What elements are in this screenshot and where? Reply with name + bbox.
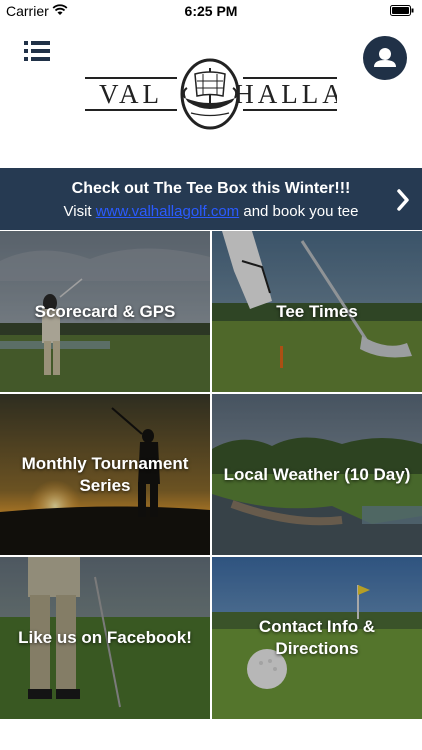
chevron-right-icon[interactable] (396, 188, 410, 212)
feature-grid: Scorecard & GPS Tee Times Monthly Tourna… (0, 231, 422, 719)
tile-label: Like us on Facebook! (18, 628, 192, 647)
banner-sub-prefix: Visit (63, 203, 92, 220)
status-bar: Carrier 6:25 PM (0, 0, 422, 22)
tile-label: Monthly Tournament Series (21, 453, 189, 495)
tile-facebook[interactable]: Like us on Facebook! (0, 557, 210, 719)
tile-label: Scorecard & GPS (34, 301, 176, 321)
banner-title: Check out The Tee Box this Winter!!! (71, 180, 351, 197)
logo-text-right: HALLA (234, 79, 337, 109)
menu-icon[interactable] (24, 40, 50, 62)
tile-local-weather[interactable]: Local Weather (10 Day) (212, 394, 422, 555)
tile-scorecard-gps[interactable]: Scorecard & GPS (0, 231, 210, 392)
tile-monthly-tournament[interactable]: Monthly Tournament Series (0, 394, 210, 555)
tile-label: Tee Times (276, 301, 358, 321)
tile-label: Contact Info & Directions (258, 617, 376, 658)
tile-label: Local Weather (10 Day) (223, 464, 411, 484)
banner-sub-suffix: and book you tee (243, 203, 359, 220)
tile-tee-times[interactable]: Tee Times (212, 231, 422, 392)
battery-icon (390, 5, 414, 16)
logo-text-left: VAL (99, 79, 163, 109)
profile-button[interactable] (363, 36, 407, 80)
promo-banner[interactable]: Check out The Tee Box this Winter!!! Vis… (0, 168, 422, 230)
app-header: VAL HALLA (0, 22, 422, 168)
banner-subtitle: Visit www.valhallagolf.com and book you … (0, 203, 422, 220)
clock: 6:25 PM (184, 3, 238, 19)
user-icon (374, 48, 396, 67)
tile-contact-info[interactable]: Contact Info & Directions (212, 557, 422, 719)
website-link[interactable]: www.valhallagolf.com (96, 203, 239, 220)
valhalla-logo: VAL HALLA (85, 58, 337, 130)
